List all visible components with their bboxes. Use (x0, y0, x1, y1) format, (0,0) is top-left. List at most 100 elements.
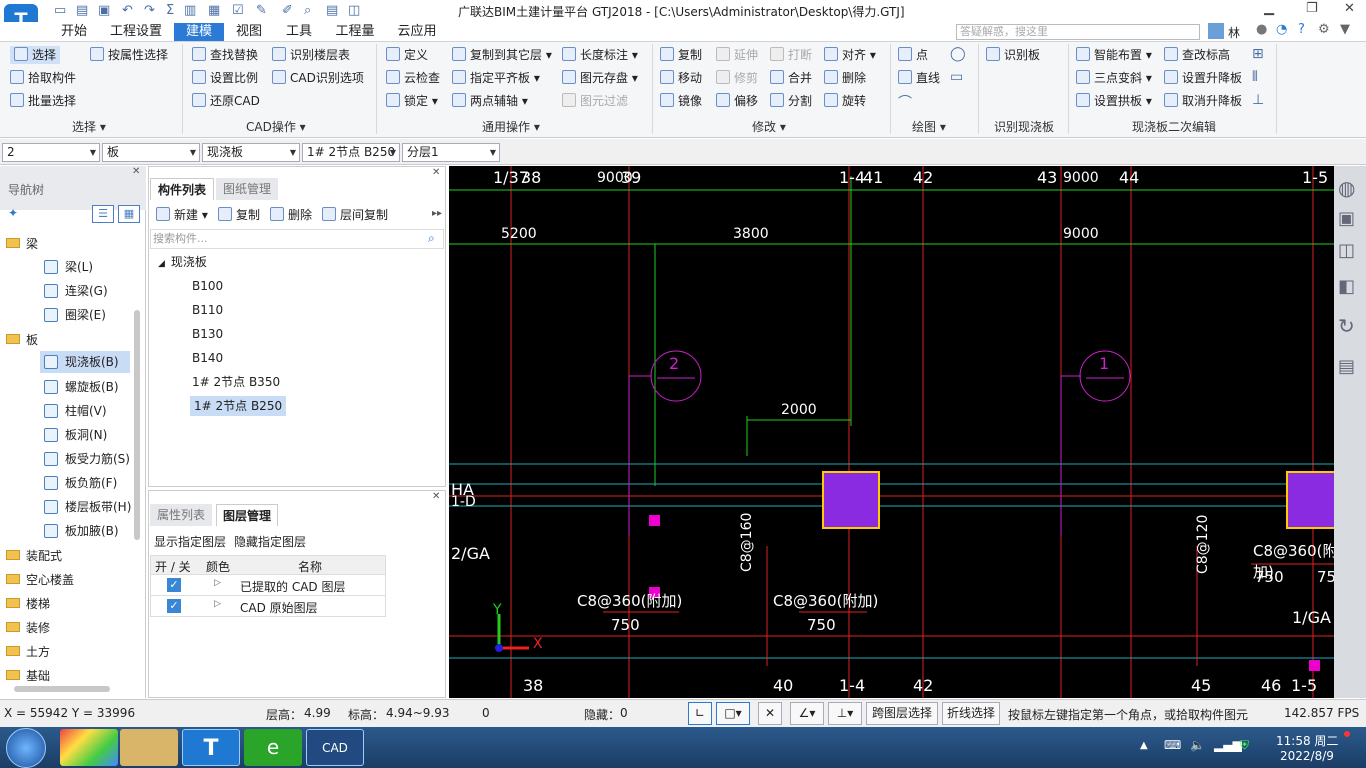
identify-slab-button[interactable]: 识别板 (986, 46, 1040, 64)
settings-icon[interactable]: ⚙ (1318, 22, 1330, 37)
rotate-view-icon[interactable]: ↻ (1338, 314, 1355, 338)
sum-icon[interactable]: Σ (166, 3, 174, 18)
help-icon[interactable]: ? (1298, 22, 1305, 37)
copy-button[interactable]: 复制 (660, 46, 702, 64)
add-nav-icon[interactable]: ✦ (8, 206, 18, 220)
cad-app-icon[interactable]: CAD (306, 729, 364, 766)
tab-layer-management[interactable]: 图层管理 (216, 504, 278, 526)
start-button[interactable] (6, 728, 46, 768)
keyboard-icon[interactable]: ⌨ (1164, 738, 1181, 752)
layout-view-icon[interactable]: ▤ (1338, 356, 1355, 377)
lock-button[interactable]: 锁定 ▾ (386, 92, 438, 110)
new-file-icon[interactable]: ▭ (54, 3, 66, 18)
nav-item-slab-hole[interactable]: 板洞(N) (44, 426, 107, 443)
floor-select[interactable]: 2 ▼ (2, 143, 100, 162)
network-icon[interactable]: ▂▄▆ (1214, 738, 1242, 752)
table-icon[interactable]: ▤ (326, 3, 338, 18)
nav-scrollbar[interactable] (134, 310, 140, 540)
tray-expand-icon[interactable]: ▲ (1140, 740, 1148, 751)
tab-drawing-management[interactable]: 图纸管理 (216, 178, 278, 200)
taskbar-app-icon[interactable] (60, 729, 118, 766)
save-icon[interactable]: ▣ (98, 3, 110, 18)
delete-component-button[interactable]: 删除 (270, 206, 312, 224)
dynamic-input-icon[interactable]: ⊥▾ (828, 702, 862, 725)
component-item-selected[interactable]: 1# 2节点 B250 (190, 396, 287, 416)
sublayer-select[interactable]: 分层1 ▼ (402, 143, 500, 162)
nav-item-spiral-slab[interactable]: 螺旋板(B) (44, 378, 119, 395)
break-button[interactable]: 打断 (770, 46, 812, 64)
hide-layer-link[interactable]: 隐藏指定图层 (234, 533, 306, 550)
file-explorer-icon[interactable] (120, 729, 178, 766)
type-select[interactable]: 现浇板 ▼ (202, 143, 300, 162)
tab-project-settings[interactable]: 工程设置 (104, 23, 168, 41)
nav-item-coupling-beam[interactable]: 连梁(G) (44, 282, 108, 299)
grid-icon[interactable]: ▦ (208, 3, 220, 18)
nav-folder-hollow-floor[interactable]: 空心楼盖 (6, 571, 74, 588)
component-item[interactable]: B140 (192, 348, 223, 368)
message-icon[interactable]: ● (1256, 22, 1267, 37)
close-icon[interactable]: ✕ (432, 491, 440, 502)
align-slab-button[interactable]: 指定平齐板 ▾ (452, 69, 540, 87)
tab-cloud[interactable]: 云应用 (390, 23, 444, 41)
save-element-button[interactable]: 图元存盘 ▾ (562, 69, 638, 87)
nav-item-slab-haunch[interactable]: 板加腋(B) (44, 522, 119, 539)
circle-icon[interactable]: ◯ (950, 46, 966, 62)
tab-view[interactable]: 视图 (228, 23, 270, 41)
component-select[interactable]: 1# 2节点 B250 ▼ (302, 143, 400, 162)
three-point-slope-button[interactable]: 三点变斜 ▾ (1076, 69, 1152, 87)
element-filter-button[interactable]: 图元过滤 (562, 92, 628, 110)
show-layer-link[interactable]: 显示指定图层 (154, 533, 226, 550)
more-icon[interactable]: ▸▸ (432, 208, 442, 219)
nav-folder-beam[interactable]: 梁 (6, 235, 38, 252)
extra-tool-icon-1[interactable]: ⊞ (1252, 46, 1264, 62)
find-icon[interactable]: ⌕ (304, 3, 311, 18)
nav-hscrollbar[interactable] (14, 686, 110, 692)
nav-item-slab-band[interactable]: 楼层板带(H) (44, 498, 131, 515)
extra-tool-icon-2[interactable]: ⫴ (1252, 69, 1258, 85)
identify-floor-table-button[interactable]: 识别楼层表 (272, 46, 350, 64)
polyline-select-button[interactable]: 折线选择 (942, 702, 1000, 725)
component-search-input[interactable]: 搜索构件... (150, 229, 444, 249)
redo-icon[interactable]: ↷ (144, 3, 155, 18)
extra-tool-icon-3[interactable]: ⊥ (1252, 92, 1264, 108)
nav-item-beam[interactable]: 梁(L) (44, 258, 93, 275)
volume-icon[interactable]: 🔈 (1190, 738, 1205, 752)
nav-item-neg-rebar[interactable]: 板负筋(F) (44, 474, 117, 491)
nav-folder-earthwork[interactable]: 土方 (6, 643, 50, 660)
cross-icon[interactable]: ✕ (758, 702, 782, 725)
ortho-icon[interactable]: ∟ (688, 702, 712, 725)
cube-view-icon[interactable]: ◫ (1338, 240, 1355, 261)
nav-item-ring-beam[interactable]: 圈梁(E) (44, 306, 106, 323)
search-icon[interactable]: ⌕ (428, 231, 435, 246)
cancel-raise-slab-button[interactable]: 取消升降板 (1164, 92, 1242, 110)
nav-item-cast-slab[interactable]: 现浇板(B) (40, 351, 130, 373)
edit-icon[interactable]: ✐ (282, 3, 293, 18)
copy-to-other-layer-button[interactable]: 复制到其它层 ▾ (452, 46, 552, 64)
angle-icon[interactable]: ∠▾ (790, 702, 824, 725)
copy-between-floors-button[interactable]: 层间复制 (322, 206, 388, 224)
mirror-button[interactable]: 镜像 (660, 92, 702, 110)
set-raise-slab-button[interactable]: 设置升降板 (1164, 69, 1242, 87)
layer-checkbox[interactable]: ✓ (167, 578, 181, 592)
set-arch-slab-button[interactable]: 设置拱板 ▾ (1076, 92, 1152, 110)
3d-view-icon[interactable]: ▣ (1338, 208, 1355, 229)
layout-icon[interactable]: ▥ (184, 3, 196, 18)
expand-icon[interactable]: ▷ (214, 578, 221, 588)
layer-icon[interactable]: ◫ (348, 3, 360, 18)
nav-folder-prefab[interactable]: 装配式 (6, 547, 62, 564)
tab-component-list[interactable]: 构件列表 (150, 178, 214, 200)
open-file-icon[interactable]: ▤ (76, 3, 88, 18)
cad-options-button[interactable]: CAD识别选项 (272, 69, 364, 87)
line-button[interactable]: 直线 (898, 69, 940, 87)
define-button[interactable]: 定义 (386, 46, 428, 64)
expand-icon[interactable]: ▷ (214, 599, 221, 609)
restore-window-icon[interactable]: ❐ (1306, 1, 1318, 16)
checkbox-icon[interactable]: ☑ (232, 3, 244, 18)
cross-layer-select-button[interactable]: 跨图层选择 (866, 702, 938, 725)
rotate-button[interactable]: 旋转 (824, 92, 866, 110)
delete-button[interactable]: 删除 (824, 69, 866, 87)
select-by-property-button[interactable]: 按属性选择 (90, 46, 168, 64)
nav-folder-decoration[interactable]: 装修 (6, 619, 50, 636)
component-item[interactable]: B110 (192, 300, 223, 320)
merge-button[interactable]: 合并 (770, 69, 812, 87)
